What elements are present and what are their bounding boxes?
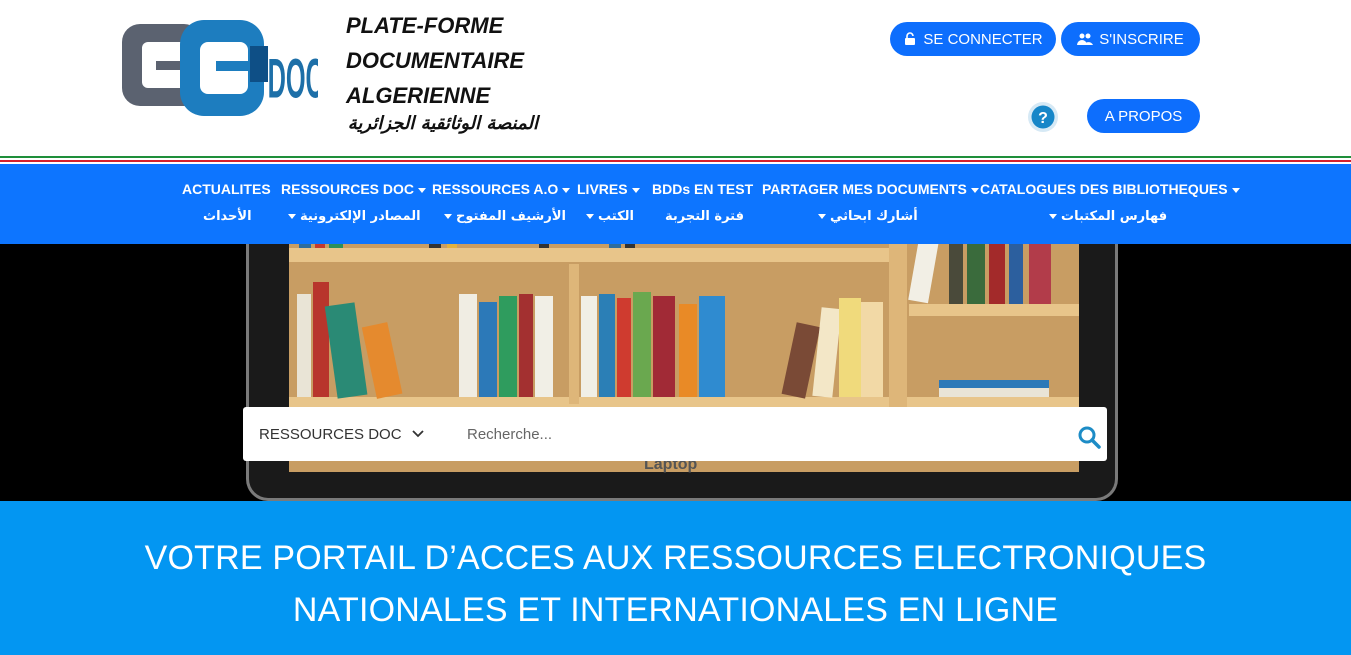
- search-bar: RESSOURCES DOC: [243, 407, 1107, 461]
- nav-item-ar-share[interactable]: أشارك ابحاثي: [818, 209, 918, 224]
- unlock-icon: [905, 32, 916, 45]
- search-scope-select[interactable]: RESSOURCES DOC: [259, 407, 424, 461]
- nav-item-ar-catalogs[interactable]: فهارس المكتبات: [1049, 209, 1167, 224]
- nav-item-ressources-ao[interactable]: RESSOURCES A.O: [432, 181, 571, 197]
- nav-item-livres[interactable]: LIVRES: [577, 181, 640, 197]
- main-nav: ACTUALITES RESSOURCES DOC RESSOURCES A.O…: [0, 164, 1351, 244]
- nav-item-ar-events[interactable]: الأحداث: [203, 209, 252, 224]
- login-label: SE CONNECTER: [923, 30, 1043, 48]
- tagline-line-1: VOTRE PORTAIL D’ACCES AUX RESSOURCES ELE…: [144, 539, 1207, 577]
- help-icon[interactable]: ?: [1027, 101, 1059, 133]
- laptop-illustration: Laptop: [246, 244, 1118, 501]
- nav-item-ar-trial[interactable]: فترة التجربة: [665, 209, 744, 224]
- about-button[interactable]: A PROPOS: [1087, 99, 1200, 133]
- signup-button[interactable]: S'INSCRIRE: [1061, 22, 1200, 56]
- svg-text:DOC: DOC: [268, 49, 318, 111]
- hero-image: Laptop: [0, 244, 1351, 501]
- caret-down-icon: [970, 187, 979, 193]
- platform-title: PLATE-FORME DOCUMENTAIRE ALGERIENNE: [346, 8, 524, 113]
- caret-down-icon: [444, 214, 452, 219]
- nav-item-ar-books[interactable]: الكتب: [586, 209, 634, 224]
- caret-down-icon: [818, 214, 826, 219]
- login-button[interactable]: SE CONNECTER: [890, 22, 1056, 56]
- caret-down-icon: [562, 187, 571, 193]
- search-input[interactable]: [467, 407, 1027, 461]
- caret-down-icon: [631, 187, 640, 193]
- caret-down-icon: [586, 214, 594, 219]
- tagline-line-2: NATIONALES ET INTERNATIONALES EN LIGNE: [292, 591, 1059, 629]
- platform-title-line-1: PLATE-FORME: [346, 13, 504, 38]
- nav-item-ar-open-archive[interactable]: الأرشيف المفتوح: [444, 209, 566, 224]
- nav-item-partager[interactable]: PARTAGER MES DOCUMENTS: [762, 181, 979, 197]
- nav-item-ressources-doc[interactable]: RESSOURCES DOC: [281, 181, 427, 197]
- chevron-down-icon: [411, 430, 424, 438]
- caret-down-icon: [1049, 214, 1057, 219]
- nav-item-bdds-en-test[interactable]: BDDs EN TEST: [652, 181, 753, 197]
- flag-stripe: [0, 156, 1351, 164]
- about-label: A PROPOS: [1104, 107, 1183, 125]
- svg-text:?: ?: [1038, 110, 1048, 127]
- search-scope-value: RESSOURCES DOC: [259, 425, 402, 443]
- tagline-banner: VOTRE PORTAIL D’ACCES AUX RESSOURCES ELE…: [0, 501, 1351, 655]
- signup-label: S'INSCRIRE: [1099, 30, 1184, 48]
- caret-down-icon: [1231, 187, 1240, 193]
- platform-title-arabic: المنصة الوثائقية الجزائرية: [347, 113, 538, 134]
- site-header: DOC PLATE-FORME DOCUMENTAIRE ALGERIENNE …: [0, 0, 1351, 156]
- caret-down-icon: [418, 187, 427, 193]
- platform-title-line-3: ALGERIENNE: [346, 83, 491, 108]
- users-icon: [1077, 33, 1094, 45]
- nav-item-catalogues[interactable]: CATALOGUES DES BIBLIOTHEQUES: [980, 181, 1240, 197]
- nav-item-actualites[interactable]: ACTUALITES: [182, 181, 271, 197]
- search-icon[interactable]: [1077, 425, 1101, 449]
- caret-down-icon: [288, 214, 296, 219]
- site-logo[interactable]: DOC: [118, 16, 318, 122]
- platform-title-line-2: DOCUMENTAIRE: [346, 48, 525, 73]
- nav-item-ar-e-resources[interactable]: المصادر الإلكترونية: [288, 209, 421, 224]
